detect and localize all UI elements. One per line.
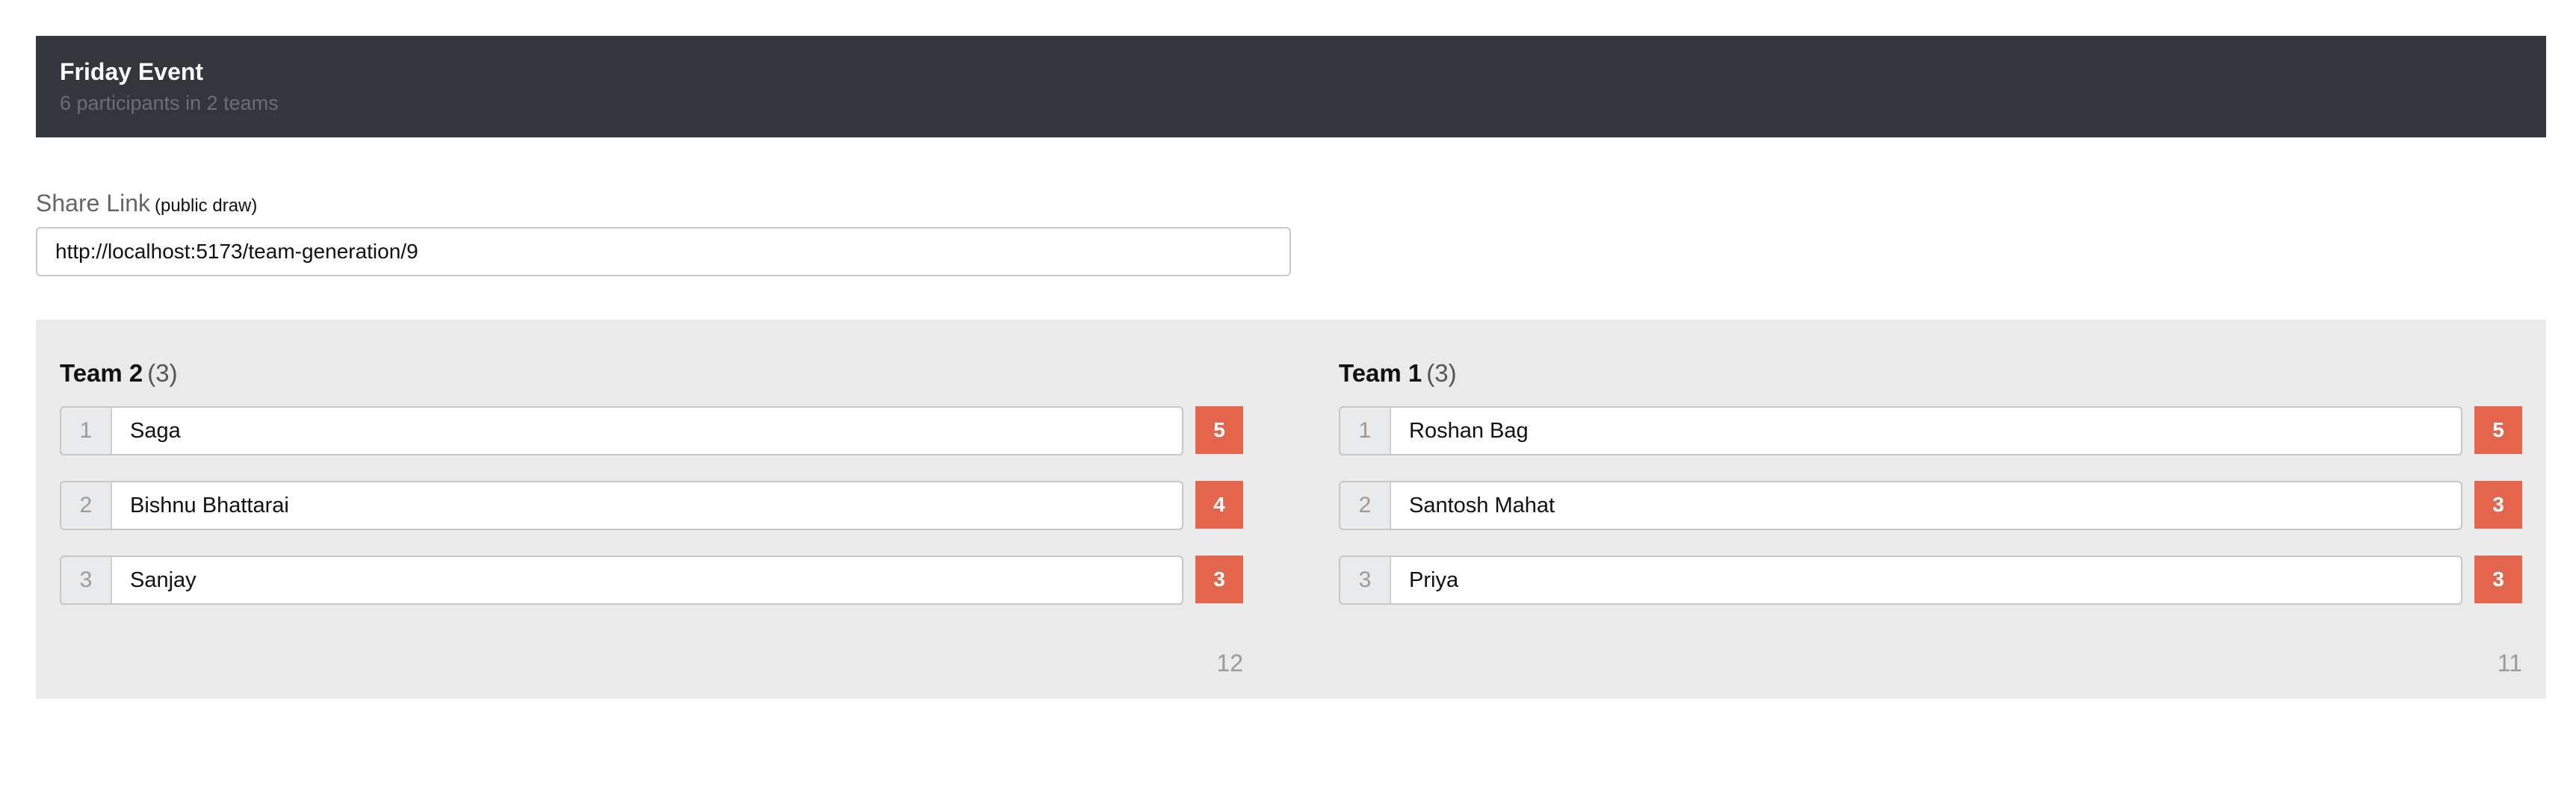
team-member-row: 3 Sanjay 3 [60, 556, 1243, 605]
member-name: Santosh Mahat [1409, 493, 1555, 517]
share-link-section: Share Link (public draw) [36, 188, 1291, 276]
member-index: 2 [61, 482, 112, 529]
member-score-badge: 5 [2474, 406, 2522, 454]
member-field[interactable]: 3 Sanjay [60, 556, 1183, 605]
team-member-row: 2 Bishnu Bhattarai 4 [60, 481, 1243, 530]
member-field[interactable]: 2 Bishnu Bhattarai [60, 481, 1183, 530]
team-member-row: 1 Saga 5 [60, 406, 1243, 455]
team-card: Team 2 (3) 1 Saga 5 2 Bishnu Bhattarai 4 … [60, 358, 1243, 677]
team-count: (3) [147, 359, 178, 387]
member-score-badge: 5 [1195, 406, 1243, 454]
member-field[interactable]: 1 Roshan Bag [1339, 406, 2462, 455]
member-score-badge: 3 [2474, 481, 2522, 529]
member-name: Roshan Bag [1409, 418, 1529, 443]
member-score-badge: 4 [1195, 481, 1243, 529]
team-title: Team 2 (3) [60, 358, 1243, 388]
member-index: 3 [61, 557, 112, 603]
team-member-row: 2 Santosh Mahat 3 [1339, 481, 2522, 530]
share-link-label-text: Share Link [36, 190, 150, 217]
member-index: 2 [1340, 482, 1391, 529]
event-title: Friday Event [60, 58, 204, 85]
member-score-badge: 3 [2474, 556, 2522, 603]
share-link-label: Share Link (public draw) [36, 188, 1291, 221]
team-total: 12 [1216, 650, 1243, 677]
member-name: Saga [130, 418, 181, 443]
member-field[interactable]: 1 Saga [60, 406, 1183, 455]
member-index: 1 [1340, 408, 1391, 454]
member-name: Sanjay [130, 567, 196, 592]
member-index: 3 [1340, 557, 1391, 603]
member-field[interactable]: 3 Priya [1339, 556, 2462, 605]
member-field[interactable]: 2 Santosh Mahat [1339, 481, 2462, 530]
event-header: Friday Event 6 participants in 2 teams [36, 36, 2546, 137]
team-card: Team 1 (3) 1 Roshan Bag 5 2 Santosh Mahat… [1339, 358, 2522, 677]
team-name: Team 1 [1339, 359, 1422, 387]
member-index: 1 [61, 408, 112, 454]
share-link-input[interactable] [36, 227, 1291, 276]
team-member-row: 3 Priya 3 [1339, 556, 2522, 605]
share-link-hint: (public draw) [154, 196, 258, 216]
team-title: Team 1 (3) [1339, 358, 2522, 388]
team-name: Team 2 [60, 359, 143, 387]
team-member-row: 1 Roshan Bag 5 [1339, 406, 2522, 455]
team-count: (3) [1426, 359, 1457, 387]
member-name: Bishnu Bhattarai [130, 493, 289, 517]
member-score-badge: 3 [1195, 556, 1243, 603]
member-name: Priya [1409, 567, 1459, 592]
teams-panel: Team 2 (3) 1 Saga 5 2 Bishnu Bhattarai 4 … [36, 320, 2546, 699]
team-total: 11 [2497, 650, 2522, 677]
event-subtitle: 6 participants in 2 teams [60, 92, 279, 114]
